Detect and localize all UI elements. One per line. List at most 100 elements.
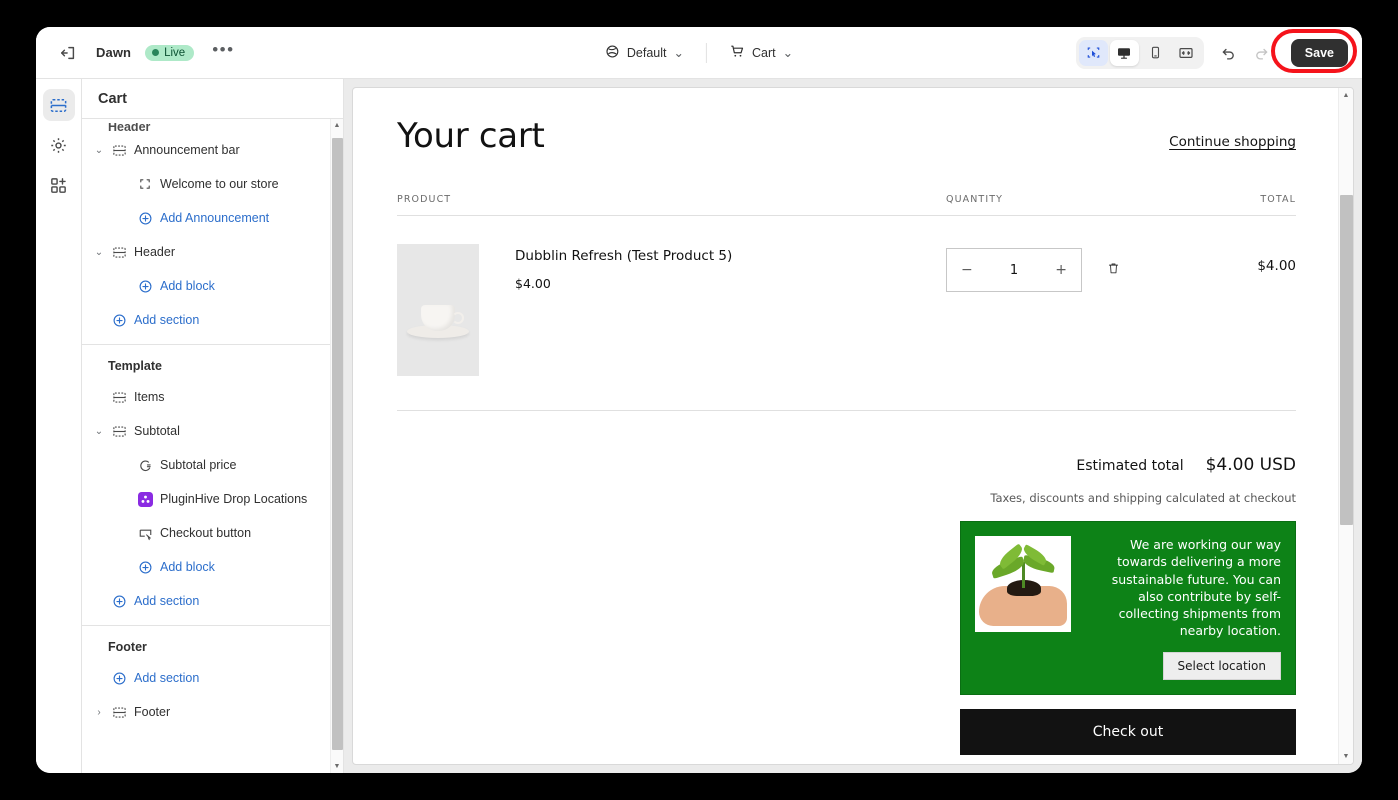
column-header-total: TOTAL (1260, 194, 1296, 205)
cart-icon (729, 43, 745, 62)
panel-scroll-thumb[interactable] (331, 138, 343, 750)
estimated-total-value: $4.00 USD (1205, 455, 1296, 475)
exit-icon[interactable] (54, 39, 82, 67)
quantity-value[interactable]: 1 (1010, 263, 1018, 278)
quantity-stepper[interactable]: − 1 + (946, 248, 1082, 292)
product-thumbnail[interactable] (397, 244, 479, 376)
tree-row-label: Header (134, 245, 175, 259)
globe-icon (605, 44, 620, 62)
preview-scroll-down-arrow[interactable]: ▼ (1339, 749, 1354, 764)
chevron-down-icon[interactable]: ⌄ (90, 426, 108, 437)
section-icon (108, 245, 130, 260)
preview-scroll-thumb[interactable] (1339, 195, 1353, 525)
page-selector-label: Cart (751, 45, 776, 60)
increment-button[interactable]: + (1055, 262, 1067, 278)
top-bar-left: Dawn Live ••• (54, 39, 239, 67)
product-info: Dubblin Refresh (Test Product 5) $4.00 (479, 244, 946, 291)
panel-header: Cart (82, 79, 343, 119)
tree-row-label: Welcome to our store (160, 177, 279, 191)
subtotal-icon (108, 424, 130, 439)
circle-plus-icon (134, 211, 156, 226)
tree-row[interactable]: Add Announcement (82, 201, 330, 235)
preview-scroll-up-arrow[interactable]: ▲ (1339, 88, 1354, 103)
inspector-tool-button[interactable] (1078, 39, 1108, 66)
locale-selector-label: Default (626, 45, 667, 60)
chevron-right-icon[interactable]: › (90, 707, 108, 718)
top-bar-right: Save (1075, 28, 1357, 73)
sidebar-item-apps[interactable] (43, 169, 75, 201)
tree-row[interactable]: Subtotal price (82, 448, 330, 482)
product-name[interactable]: Dubblin Refresh (Test Product 5) (515, 248, 946, 264)
tree-row[interactable]: Add block (82, 269, 330, 303)
chevron-down-icon: ⌄ (782, 46, 794, 60)
scroll-down-arrow[interactable]: ▼ (331, 760, 344, 773)
top-bar: Dawn Live ••• Default ⌄ Cart ⌄ Save (36, 27, 1362, 79)
decrement-button[interactable]: − (961, 262, 973, 278)
tree-row[interactable]: Add section (82, 584, 330, 618)
banner-text: We are working our way towards deliverin… (1111, 537, 1281, 639)
tree-row-label: Add section (134, 313, 200, 327)
theme-editor-window: Dawn Live ••• Default ⌄ Cart ⌄ Save Cart… (36, 27, 1362, 773)
tree-row-label: PluginHive Drop Locations (160, 492, 308, 506)
group-label: Template (108, 359, 162, 373)
button-icon (134, 526, 156, 541)
desktop-view-button[interactable] (1109, 39, 1139, 66)
cart-header: Your cart Continue shopping (397, 110, 1296, 156)
sidebar-item-theme-settings[interactable] (43, 129, 75, 161)
tree-row[interactable]: Add section (82, 661, 330, 695)
tree-row[interactable]: Welcome to our store (82, 167, 330, 201)
store-preview: Your cart Continue shopping PRODUCT QUAN… (352, 87, 1354, 765)
circle-plus-icon (134, 560, 156, 575)
sidebar-item-sections[interactable] (42, 89, 75, 121)
redo-button (1248, 39, 1276, 67)
tree-row-label: Add section (134, 594, 200, 608)
scroll-up-arrow[interactable]: ▲ (331, 119, 344, 132)
trash-icon[interactable] (1106, 261, 1121, 280)
cart-line-item: Dubblin Refresh (Test Product 5) $4.00 −… (397, 216, 1296, 376)
editor-body: Cart Header ⌄ Announcement bar Welcome to o… (36, 79, 1362, 773)
chevron-down-icon[interactable]: ⌄ (90, 247, 108, 258)
select-location-button[interactable]: Select location (1162, 651, 1281, 680)
tree-row[interactable]: › Footer (82, 695, 330, 729)
tree-row-label: Add section (134, 671, 200, 685)
save-button[interactable]: Save (1290, 38, 1348, 67)
quantity-cell: − 1 + (946, 244, 1176, 292)
toolbar-divider (705, 42, 707, 63)
page-selector[interactable]: Cart ⌄ (721, 38, 801, 67)
chevron-down-icon[interactable]: ⌄ (90, 145, 108, 156)
tree-row[interactable]: Checkout button (82, 516, 330, 550)
panel-scroll-track[interactable] (331, 132, 344, 760)
cart-column-headers: PRODUCT QUANTITY TOTAL (397, 194, 1296, 205)
fullscreen-view-button[interactable] (1172, 40, 1201, 66)
tree-row[interactable]: Add section (82, 303, 330, 337)
locale-selector[interactable]: Default ⌄ (597, 39, 692, 67)
tree-row[interactable]: Add block (82, 550, 330, 584)
estimated-total-label: Estimated total (1076, 458, 1184, 474)
preview-scroll-track[interactable] (1339, 103, 1354, 749)
tree-row[interactable]: PluginHive Drop Locations (82, 482, 330, 516)
more-options-button[interactable]: ••• (208, 41, 238, 63)
tree-row-label: Items (134, 390, 165, 404)
cart-totals: Estimated total $4.00 USD Taxes, discoun… (397, 455, 1296, 755)
mobile-view-button[interactable] (1141, 40, 1170, 66)
continue-shopping-link[interactable]: Continue shopping (1169, 134, 1296, 156)
tax-note: Taxes, discounts and shipping calculated… (990, 491, 1296, 505)
preview-scrollbar[interactable]: ▲ ▼ (1338, 88, 1353, 764)
tree-row[interactable]: ⌄ Header (82, 235, 330, 269)
left-rail (36, 79, 82, 773)
checkout-button[interactable]: Check out (960, 708, 1296, 755)
product-price: $4.00 (515, 276, 551, 291)
panel-scrollbar[interactable]: ▲ ▼ (330, 119, 343, 773)
tree-row[interactable]: ⌄ Subtotal (82, 414, 330, 448)
theme-name[interactable]: Dawn (96, 45, 131, 60)
block-icon (134, 177, 156, 191)
circle-plus-icon (108, 594, 130, 609)
column-header-product: PRODUCT (397, 194, 452, 205)
undo-button[interactable] (1215, 39, 1243, 67)
circle-plus-icon (108, 313, 130, 328)
line-total: $4.00 (1257, 258, 1296, 274)
tree-row[interactable]: Items (82, 380, 330, 414)
circle-plus-icon (108, 671, 130, 686)
subtotal-icon (108, 705, 130, 720)
tree-row[interactable]: ⌄ Announcement bar (82, 133, 330, 167)
